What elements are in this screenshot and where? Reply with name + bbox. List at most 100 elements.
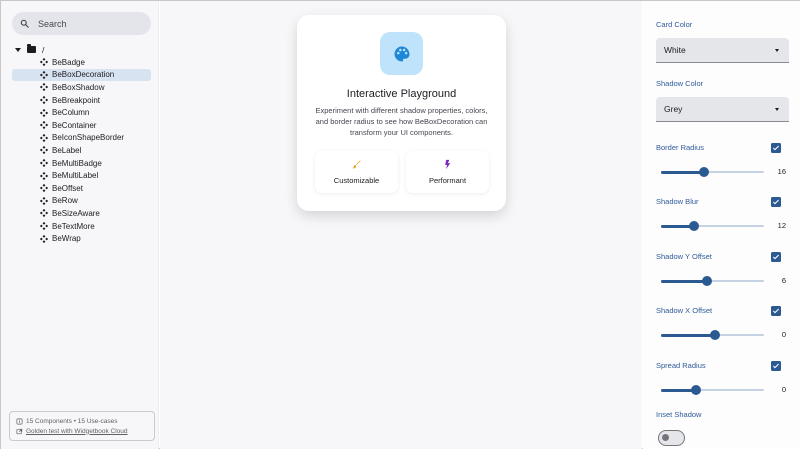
folder-icon (27, 44, 36, 53)
widget-icon (40, 58, 48, 67)
slider-fill (661, 333, 715, 337)
shadow-blur-slider[interactable] (661, 220, 764, 232)
tree-item-label: BeSizeAware (52, 208, 100, 218)
widget-icon (40, 146, 48, 155)
tree-item[interactable]: BeIconShapeBorder (12, 132, 151, 145)
tree-item-label: BeRow (52, 196, 78, 206)
feature-performant: Performant (406, 151, 489, 193)
search-icon (20, 19, 29, 28)
inset-shadow-toggle[interactable] (658, 430, 685, 446)
tree-item[interactable]: BeWrap (12, 232, 151, 245)
shadow-color-value: Grey (664, 104, 683, 114)
widget-icon (40, 171, 48, 180)
widget-icon (40, 108, 48, 117)
toggle-knob (662, 434, 669, 441)
slider-thumb[interactable] (709, 330, 720, 340)
component-tree: BeBadge BeBoxDecoration BeBoxShadow BeBreak… (12, 56, 151, 245)
tree-root[interactable]: / (15, 44, 44, 55)
tree-item[interactable]: BeBoxDecoration (12, 68, 151, 82)
spread-radius-value: 0 (781, 385, 786, 394)
tree-item[interactable]: BeOffset (12, 182, 151, 195)
tree-item[interactable]: BeLabel (12, 144, 151, 157)
tree-item-label: BeTextMore (52, 221, 95, 231)
tree-item-label: BeBoxShadow (52, 82, 105, 92)
check-icon (772, 145, 780, 151)
shadow-blur-value: 12 (777, 221, 786, 230)
tree-root-label: / (42, 44, 45, 55)
tree-item-label: BeMultiLabel (52, 171, 99, 181)
shadow-y-offset-label: Shadow Y Offset (656, 252, 712, 261)
widget-icon (40, 159, 48, 168)
slider-fill (661, 170, 705, 174)
widget-icon (40, 83, 48, 92)
tree-item[interactable]: BeBoxShadow (12, 81, 151, 94)
card-color-value: White (664, 45, 686, 55)
shadow-y-offset-checkbox[interactable] (771, 252, 781, 262)
external-link-icon (16, 428, 23, 434)
tree-item[interactable]: BeRow (12, 195, 151, 208)
shadow-color-select[interactable]: Grey (656, 97, 789, 122)
shadow-x-offset-checkbox[interactable] (771, 306, 781, 316)
feature-label: Customizable (333, 176, 380, 185)
preview-card: Interactive Playground Experiment with d… (297, 15, 506, 211)
border-radius-label: Border Radius (656, 143, 704, 152)
slider-thumb[interactable] (688, 221, 699, 231)
tree-item-label: BeLabel (52, 145, 82, 155)
brush-icon (352, 160, 361, 169)
tree-item-label: BeOffset (52, 183, 83, 193)
caret-down-icon[interactable] (15, 47, 21, 52)
shadow-x-offset-label: Shadow X Offset (656, 306, 713, 315)
check-icon (772, 308, 780, 314)
widget-icon (40, 196, 48, 205)
info-icon (16, 418, 23, 424)
slider-fill (661, 279, 708, 283)
widget-icon (40, 133, 48, 142)
shadow-blur-checkbox[interactable] (771, 197, 781, 207)
tree-item[interactable]: BeBadge (12, 56, 151, 69)
footer-summary: 15 Components • 15 Use-cases (26, 417, 118, 425)
widgetbook-cloud-link[interactable]: Golden test with Widgetbook Cloud (26, 428, 128, 435)
footer-info: 15 Components • 15 Use-cases Golden test… (9, 411, 155, 441)
knobs-panel: Card Color White Shadow Color Grey Borde… (643, 1, 800, 449)
chevron-down-icon (775, 48, 779, 52)
feature-label: Performant (428, 176, 467, 185)
tree-item[interactable]: BeMultiBadge (12, 157, 151, 170)
tree-item[interactable]: BeMultiLabel (12, 169, 151, 182)
slider-thumb[interactable] (702, 276, 713, 286)
shadow-blur-label: Shadow Blur (656, 197, 699, 206)
spread-radius-slider[interactable] (661, 384, 764, 396)
tree-item-label: BeBoxDecoration (52, 70, 115, 80)
tree-item[interactable]: BeColumn (12, 106, 151, 119)
shadow-color-label: Shadow Color (656, 79, 704, 88)
border-radius-checkbox[interactable] (771, 143, 781, 153)
tree-item-label: BeContainer (52, 120, 97, 130)
shadow-x-offset-value: 0 (781, 330, 786, 339)
search-placeholder: Search (38, 18, 67, 29)
palette-icon-container (380, 32, 423, 75)
tree-item[interactable]: BeBreakpoint (12, 94, 151, 107)
tree-item[interactable]: BeContainer (12, 119, 151, 132)
check-icon (772, 254, 780, 260)
shadow-y-offset-slider[interactable] (661, 275, 764, 287)
border-radius-value: 16 (777, 167, 786, 176)
spread-radius-label: Spread Radius (656, 361, 706, 370)
shadow-x-offset-slider[interactable] (661, 329, 764, 341)
widget-icon (40, 222, 48, 231)
card-color-select[interactable]: White (656, 38, 789, 63)
border-radius-slider[interactable] (661, 166, 764, 178)
card-title: Interactive Playground (346, 88, 457, 100)
check-icon (772, 199, 780, 205)
tree-item[interactable]: BeTextMore (12, 220, 151, 233)
tree-item[interactable]: BeSizeAware (12, 207, 151, 220)
widget-icon (40, 209, 48, 218)
widget-icon (40, 234, 48, 243)
chevron-down-icon (775, 107, 779, 111)
widget-icon (40, 184, 48, 193)
search-input[interactable]: Search (12, 12, 151, 35)
slider-thumb[interactable] (699, 167, 710, 177)
palette-icon (394, 46, 409, 61)
widget-icon (40, 121, 48, 130)
slider-thumb[interactable] (691, 385, 702, 395)
inset-shadow-label: Inset Shadow (656, 410, 702, 419)
spread-radius-checkbox[interactable] (771, 361, 781, 371)
